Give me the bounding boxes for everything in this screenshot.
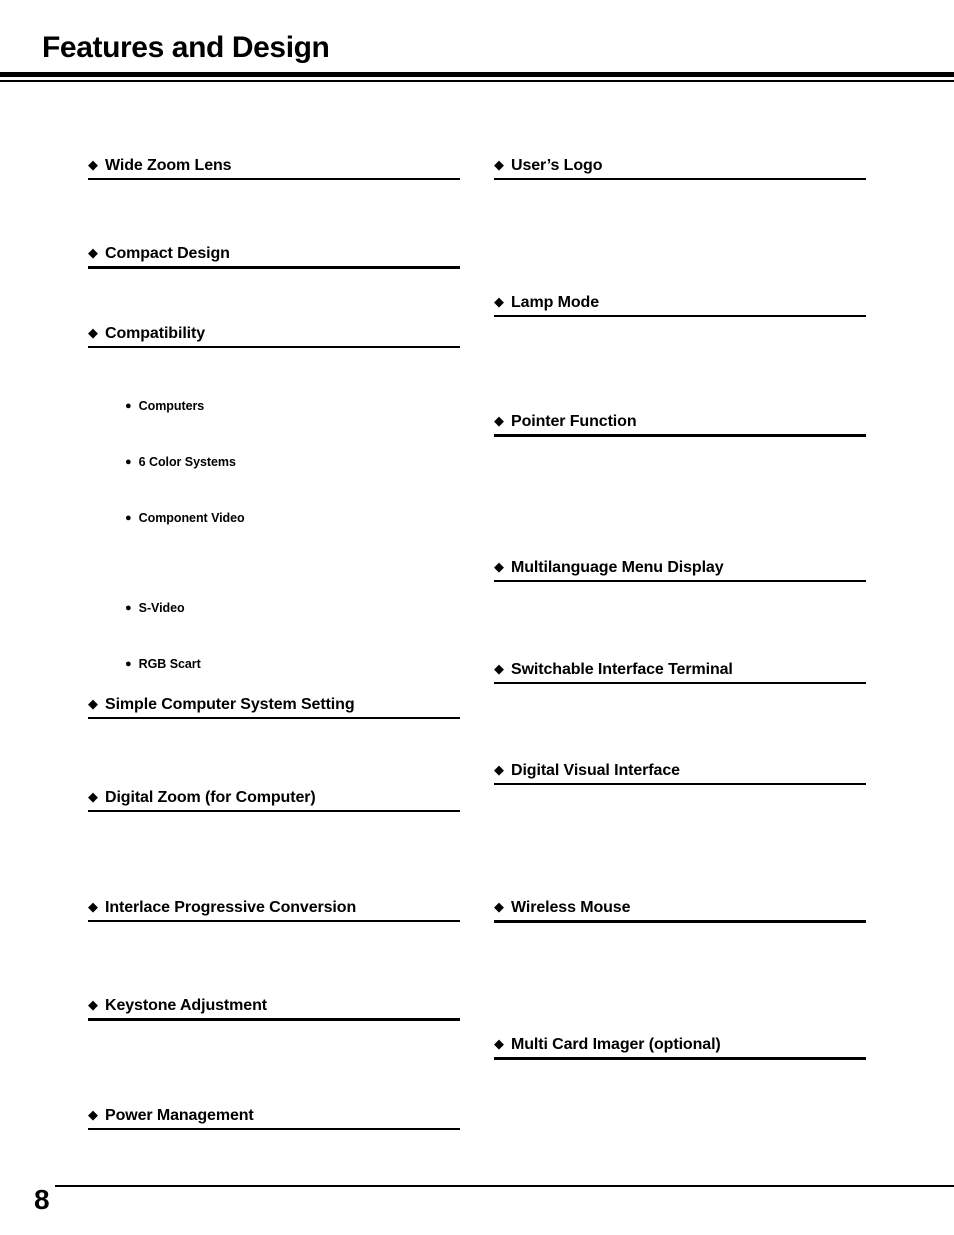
diamond-bullet-icon: ◆ xyxy=(88,1107,98,1122)
feature-heading: ◆ Wireless Mouse xyxy=(494,899,866,920)
feature-subitem-computers: ● Computers xyxy=(125,400,204,413)
feature-underline xyxy=(88,1017,460,1021)
feature-heading: ◆ Multi Card Imager (optional) xyxy=(494,1036,866,1057)
diamond-bullet-icon: ◆ xyxy=(88,245,98,260)
diamond-bullet-icon: ◆ xyxy=(494,899,504,914)
subitem-label: 6 Color Systems xyxy=(138,455,236,469)
diamond-bullet-icon: ◆ xyxy=(494,661,504,676)
feature-item-simple-computer-system-setting: ◆ Simple Computer System Setting xyxy=(88,696,460,719)
feature-underline xyxy=(88,265,460,269)
subitem-label: S-Video xyxy=(138,601,185,615)
feature-heading: ◆ User’s Logo xyxy=(494,157,866,178)
features-content: ◆ Wide Zoom Lens ◆ Compact Design ◆ Compatibi… xyxy=(0,0,954,1235)
feature-underline xyxy=(88,919,460,922)
feature-heading: ◆ Multilanguage Menu Display xyxy=(494,559,866,580)
feature-underline xyxy=(494,919,866,923)
feature-subitem-rgb-scart: ● RGB Scart xyxy=(125,658,201,671)
feature-underline xyxy=(494,1056,866,1060)
feature-heading: ◆ Lamp Mode xyxy=(494,294,866,315)
subitem-label: Computers xyxy=(138,399,205,413)
feature-item-multilanguage-menu-display: ◆ Multilanguage Menu Display xyxy=(494,559,866,582)
diamond-bullet-icon: ◆ xyxy=(494,559,504,574)
diamond-bullet-icon: ◆ xyxy=(88,997,98,1012)
feature-underline xyxy=(494,579,866,582)
feature-label: Wide Zoom Lens xyxy=(105,157,232,174)
diamond-bullet-icon: ◆ xyxy=(494,413,504,428)
feature-item-users-logo: ◆ User’s Logo xyxy=(494,157,866,180)
feature-label: Wireless Mouse xyxy=(511,899,631,916)
page-footer: 8 xyxy=(0,1160,954,1235)
feature-subitem-component-video: ● Component Video xyxy=(125,512,245,525)
feature-heading: ◆ Wide Zoom Lens xyxy=(88,157,460,178)
feature-item-compact-design: ◆ Compact Design xyxy=(88,245,460,269)
feature-heading: ◆ Compatibility xyxy=(88,325,460,346)
feature-label: Pointer Function xyxy=(511,413,637,430)
feature-label: Compatibility xyxy=(105,325,206,342)
feature-item-power-management: ◆ Power Management xyxy=(88,1107,460,1130)
diamond-bullet-icon: ◆ xyxy=(88,157,98,172)
feature-label: Switchable Interface Terminal xyxy=(511,661,733,678)
feature-item-interlace-progressive-conversion: ◆ Interlace Progressive Conversion xyxy=(88,899,460,922)
round-bullet-icon: ● xyxy=(125,602,132,614)
feature-item-wireless-mouse: ◆ Wireless Mouse xyxy=(494,899,866,923)
feature-heading: ◆ Digital Zoom (for Computer) xyxy=(88,789,460,810)
feature-label: Keystone Adjustment xyxy=(105,997,267,1014)
feature-label: Power Management xyxy=(105,1107,254,1124)
feature-underline xyxy=(88,809,460,812)
feature-label: Lamp Mode xyxy=(511,294,599,311)
diamond-bullet-icon: ◆ xyxy=(88,696,98,711)
feature-label: User’s Logo xyxy=(511,157,603,174)
feature-item-digital-visual-interface: ◆ Digital Visual Interface xyxy=(494,762,866,785)
feature-item-digital-zoom-for-computer: ◆ Digital Zoom (for Computer) xyxy=(88,789,460,812)
round-bullet-icon: ● xyxy=(125,400,132,412)
feature-label: Simple Computer System Setting xyxy=(105,696,355,713)
feature-heading: ◆ Compact Design xyxy=(88,245,460,266)
feature-subitem-s-video: ● S-Video xyxy=(125,602,185,615)
feature-heading: ◆ Simple Computer System Setting xyxy=(88,696,460,717)
feature-heading: ◆ Power Management xyxy=(88,1107,460,1128)
feature-underline xyxy=(494,177,866,180)
feature-label: Multilanguage Menu Display xyxy=(511,559,724,576)
feature-label: Multi Card Imager (optional) xyxy=(511,1036,721,1053)
footer-rule xyxy=(55,1185,954,1187)
diamond-bullet-icon: ◆ xyxy=(494,157,504,172)
subitem-label: RGB Scart xyxy=(138,657,201,671)
feature-heading: ◆ Interlace Progressive Conversion xyxy=(88,899,460,920)
diamond-bullet-icon: ◆ xyxy=(494,294,504,309)
diamond-bullet-icon: ◆ xyxy=(88,325,98,340)
feature-item-lamp-mode: ◆ Lamp Mode xyxy=(494,294,866,317)
feature-item-keystone-adjustment: ◆ Keystone Adjustment xyxy=(88,997,460,1021)
feature-heading: ◆ Switchable Interface Terminal xyxy=(494,661,866,682)
diamond-bullet-icon: ◆ xyxy=(88,789,98,804)
subitem-label: Component Video xyxy=(138,511,245,525)
feature-underline xyxy=(88,1127,460,1130)
round-bullet-icon: ● xyxy=(125,456,132,468)
feature-label: Digital Visual Interface xyxy=(511,762,680,779)
feature-item-wide-zoom-lens: ◆ Wide Zoom Lens xyxy=(88,157,460,180)
page-number: 8 xyxy=(34,1184,50,1215)
feature-underline xyxy=(88,345,460,348)
feature-label: Compact Design xyxy=(105,245,230,262)
diamond-bullet-icon: ◆ xyxy=(494,1036,504,1051)
feature-underline xyxy=(494,314,866,317)
feature-item-switchable-interface-terminal: ◆ Switchable Interface Terminal xyxy=(494,661,866,684)
feature-underline xyxy=(494,681,866,684)
feature-underline xyxy=(494,782,866,785)
feature-heading: ◆ Digital Visual Interface xyxy=(494,762,866,783)
round-bullet-icon: ● xyxy=(125,658,132,670)
diamond-bullet-icon: ◆ xyxy=(88,899,98,914)
feature-underline xyxy=(494,433,866,437)
feature-item-pointer-function: ◆ Pointer Function xyxy=(494,413,866,437)
feature-underline xyxy=(88,177,460,180)
feature-underline xyxy=(88,716,460,719)
feature-item-compatibility: ◆ Compatibility xyxy=(88,325,460,348)
feature-heading: ◆ Pointer Function xyxy=(494,413,866,434)
feature-item-multi-card-imager-optional: ◆ Multi Card Imager (optional) xyxy=(494,1036,866,1060)
feature-label: Interlace Progressive Conversion xyxy=(105,899,357,916)
round-bullet-icon: ● xyxy=(125,512,132,524)
diamond-bullet-icon: ◆ xyxy=(494,762,504,777)
feature-label: Digital Zoom (for Computer) xyxy=(105,789,316,806)
feature-heading: ◆ Keystone Adjustment xyxy=(88,997,460,1018)
feature-subitem-6-color-systems: ● 6 Color Systems xyxy=(125,456,236,469)
